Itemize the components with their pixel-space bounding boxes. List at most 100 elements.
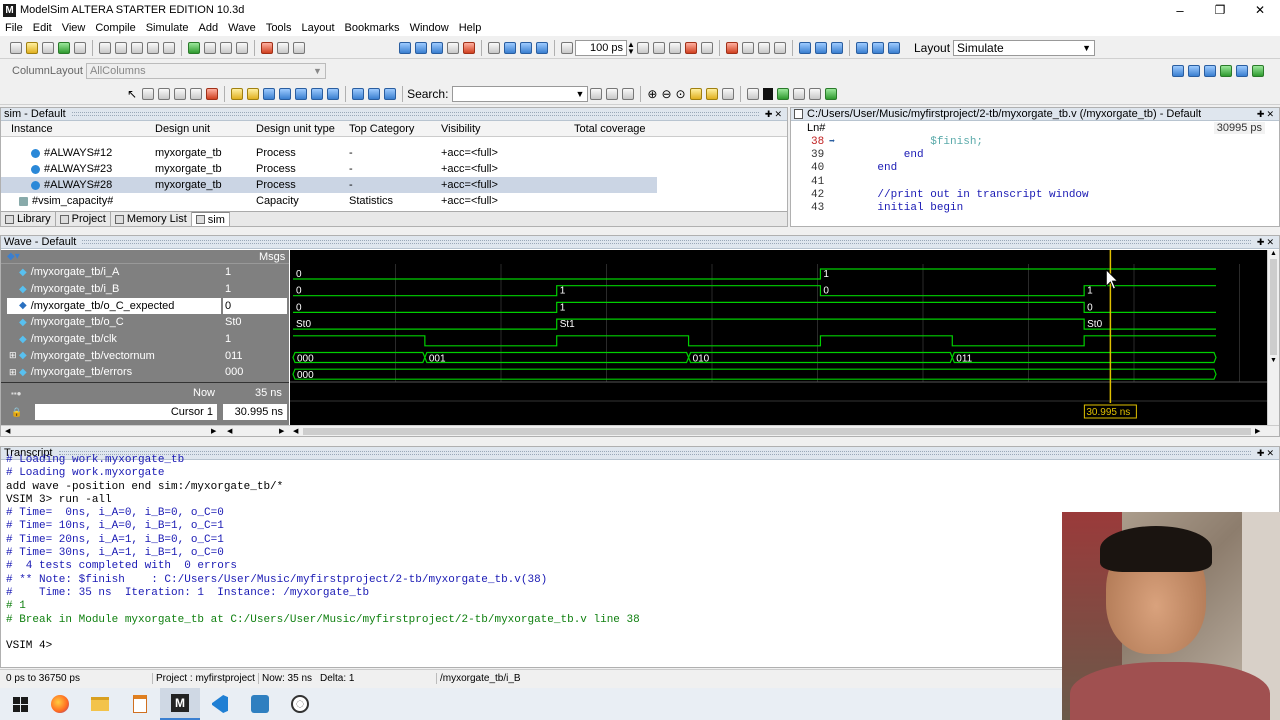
scroll-left-icon[interactable]: ◀ xyxy=(227,427,232,435)
cursor-6-icon[interactable] xyxy=(311,87,324,100)
wave-vscrollbar[interactable]: ▲ ▼ xyxy=(1267,250,1279,426)
wave-signal-row[interactable]: ⊞ ◆/myxorgate_tb/errors 000 xyxy=(1,364,289,381)
run-length-input[interactable]: 100 ps xyxy=(575,39,627,56)
cursor-2-icon[interactable] xyxy=(247,87,260,100)
edit-4-icon[interactable] xyxy=(190,87,203,100)
menu-view[interactable]: View xyxy=(57,22,91,34)
scroll-left-icon[interactable]: ◀ xyxy=(293,427,298,435)
menu-wave[interactable]: Wave xyxy=(223,22,261,34)
source-line[interactable]: 41 xyxy=(791,175,1279,188)
save-icon[interactable] xyxy=(42,41,54,54)
back-arrow-icon[interactable] xyxy=(520,41,532,54)
edit-5-icon[interactable] xyxy=(206,87,219,100)
file-explorer-icon[interactable] xyxy=(80,688,120,720)
waveform-canvas[interactable]: 0 10 1 0 10 1 0St0 St1 St0000 001 010 01100030.995 … xyxy=(290,250,1267,426)
panel-controls-icon[interactable]: ✚✕ xyxy=(1257,448,1279,459)
up-arrow-icon[interactable] xyxy=(504,41,516,54)
tab-memory-list[interactable]: Memory List xyxy=(111,212,192,226)
step-icon[interactable] xyxy=(277,41,289,54)
scroll-thumb[interactable] xyxy=(1270,259,1277,355)
zoom-last-icon[interactable] xyxy=(721,87,734,100)
wave-signal-row[interactable]: ⊞ ◆/myxorgate_tb/vectornum 011 xyxy=(1,347,289,364)
signal-name-cell[interactable]: ⊞ ◆/myxorgate_tb/errors xyxy=(7,364,221,380)
run-all-icon[interactable] xyxy=(669,41,681,54)
zoom-cursor-icon[interactable] xyxy=(689,87,702,100)
wave-hscrollbar[interactable]: ◀ ▶ ◀ ▶ ◀ ▶ xyxy=(1,425,1279,436)
sim-row[interactable]: #ALWAYS#12 myxorgate_tb Process - +acc=<full… xyxy=(1,145,787,161)
tab-project[interactable]: Project xyxy=(56,212,111,226)
wave-2-icon[interactable] xyxy=(872,41,884,54)
source-line[interactable]: 40 end xyxy=(791,162,1279,175)
wave-signal-row[interactable]: ◆/myxorgate_tb/clk 1 xyxy=(1,331,289,348)
zoom-out-icon[interactable]: ⊖ xyxy=(661,87,671,101)
wave-1-icon[interactable] xyxy=(856,41,868,54)
step-up-icon[interactable] xyxy=(831,41,843,54)
scroll-right-icon[interactable]: ▶ xyxy=(211,427,216,435)
continue-icon[interactable] xyxy=(653,41,665,54)
scroll-right-icon[interactable]: ▶ xyxy=(279,427,284,435)
edge-3-icon[interactable] xyxy=(384,87,397,100)
zoom-full-icon[interactable]: ⊙ xyxy=(676,87,686,101)
col-instance[interactable]: Instance xyxy=(11,123,151,135)
menu-tools[interactable]: Tools xyxy=(261,22,297,34)
run-length-spinner-icon[interactable]: ▲ ▼ xyxy=(627,40,635,55)
cursor-1-icon[interactable] xyxy=(231,87,244,100)
wave-signal-row[interactable]: ◆/myxorgate_tb/i_A 1 xyxy=(1,264,289,281)
step-over-icon[interactable] xyxy=(293,41,305,54)
edit-3-icon[interactable] xyxy=(174,87,187,100)
minimize-button[interactable]: – xyxy=(1160,3,1200,18)
col-design-unit-type[interactable]: Design unit type xyxy=(256,123,346,135)
search-1-icon[interactable] xyxy=(590,87,603,100)
sim-row[interactable]: #vsim_capacity# Capacity Statistics +acc=<f… xyxy=(1,193,787,209)
wave-signal-row[interactable]: ◆/myxorgate_tb/o_C_expected 0 xyxy=(1,297,289,314)
break-icon[interactable] xyxy=(261,41,273,54)
modelsim-icon[interactable]: M xyxy=(160,688,200,720)
firefox-icon[interactable] xyxy=(40,688,80,720)
edge-1-icon[interactable] xyxy=(352,87,365,100)
forward-arrow-icon[interactable] xyxy=(536,41,548,54)
menu-layout[interactable]: Layout xyxy=(297,22,340,34)
col-total-coverage[interactable]: Total coverage xyxy=(574,123,664,135)
panel-controls-icon[interactable]: ✚✕ xyxy=(1257,237,1279,248)
menu-compile[interactable]: Compile xyxy=(90,22,140,34)
scroll-down-icon[interactable]: ▼ xyxy=(1268,357,1279,364)
signal-name-cell[interactable]: ◆/myxorgate_tb/i_B xyxy=(7,281,221,297)
menu-add[interactable]: Add xyxy=(194,22,224,34)
cursor-5-icon[interactable] xyxy=(295,87,308,100)
close-button[interactable]: ✕ xyxy=(1240,3,1280,17)
paste-icon[interactable] xyxy=(131,41,143,54)
panel-controls-icon[interactable]: ✚✕ xyxy=(765,109,787,120)
col-top-category[interactable]: Top Category xyxy=(349,123,439,135)
restart-icon[interactable] xyxy=(488,41,500,54)
restart-sim-icon[interactable] xyxy=(701,41,713,54)
stop-icon[interactable] xyxy=(685,41,697,54)
menu-help[interactable]: Help xyxy=(454,22,487,34)
run-icon[interactable] xyxy=(637,41,649,54)
layout-select[interactable]: Simulate ▼ xyxy=(953,39,1096,56)
break-sim-icon[interactable] xyxy=(726,41,738,54)
column-layout-select[interactable]: AllColumns ▼ xyxy=(85,63,326,79)
windows-icon[interactable] xyxy=(0,688,40,720)
maximize-button[interactable]: ❐ xyxy=(1200,3,1240,17)
signal-name-cell[interactable]: ◆/myxorgate_tb/o_C_expected xyxy=(7,297,221,314)
sim-row[interactable]: #ALWAYS#28 myxorgate_tb Process - +acc=<full… xyxy=(1,177,657,193)
new-file-icon[interactable] xyxy=(10,41,22,54)
redo-icon[interactable] xyxy=(163,41,175,54)
reload-icon[interactable] xyxy=(58,41,70,54)
wave-3-icon[interactable] xyxy=(888,41,900,54)
vscode-icon[interactable] xyxy=(200,688,240,720)
cursor-4-icon[interactable] xyxy=(279,87,292,100)
cl-2-icon[interactable] xyxy=(1188,65,1200,77)
step-out-icon[interactable] xyxy=(758,41,770,54)
wave-format-4-icon[interactable] xyxy=(792,87,805,100)
notepad-icon[interactable] xyxy=(120,688,160,720)
wave-signal-row[interactable]: ◆/myxorgate_tb/i_B 1 xyxy=(1,281,289,298)
tab-library[interactable]: Library xyxy=(1,212,56,226)
menu-window[interactable]: Window xyxy=(405,22,454,34)
sim-3-icon[interactable] xyxy=(431,41,443,54)
sim-5-icon[interactable] xyxy=(463,41,475,54)
memory-icon[interactable] xyxy=(236,41,248,54)
sim-4-icon[interactable] xyxy=(447,41,459,54)
expand-icon[interactable]: ⊞ xyxy=(9,350,19,361)
expand-icon[interactable]: ⊞ xyxy=(9,367,19,378)
